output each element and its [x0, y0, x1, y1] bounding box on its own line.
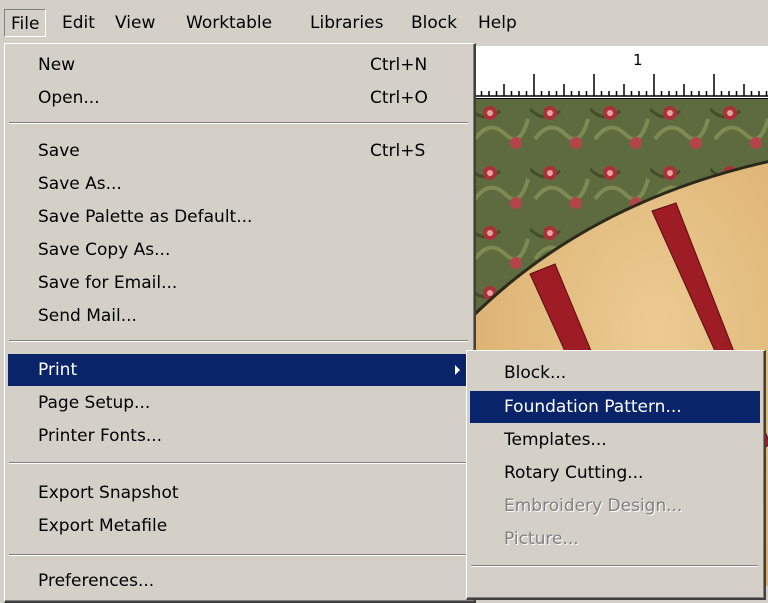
menu-item-export-snapshot[interactable]: Export Snapshot [8, 477, 470, 509]
menu-separator [9, 122, 468, 124]
menu-separator [9, 554, 468, 556]
menu-item-save[interactable]: Save Ctrl+S [8, 135, 470, 167]
submenu-item-foundation-pattern[interactable]: Foundation Pattern... [470, 391, 760, 423]
menu-item-export-metafile[interactable]: Export Metafile [8, 510, 470, 542]
menu-bar: File Edit View Worktable Libraries Block… [0, 0, 768, 46]
menu-item-printer-fonts[interactable]: Printer Fonts... [8, 420, 470, 452]
menu-item-print[interactable]: Print [8, 354, 470, 386]
submenu-item-embroidery-design: Embroidery Design... [504, 496, 683, 516]
menu-item-page-setup[interactable]: Page Setup... [8, 387, 470, 419]
menu-item-new[interactable]: New Ctrl+N [8, 49, 470, 81]
menu-item-label: Save [38, 141, 80, 161]
menu-item-preferences[interactable]: Preferences... [8, 565, 470, 597]
print-submenu: Block... Foundation Pattern... Templates… [466, 350, 766, 600]
shortcut-label: Ctrl+O [370, 88, 428, 108]
ruler-label: 1 [633, 51, 643, 69]
file-menu: New Ctrl+N Open... Ctrl+O Save Ctrl+S Sa… [4, 43, 476, 603]
submenu-item-block[interactable]: Block... [470, 357, 760, 389]
menu-file[interactable]: File [4, 9, 47, 37]
shortcut-label: Ctrl+N [370, 55, 428, 75]
submenu-item-templates[interactable]: Templates... [470, 424, 760, 456]
shortcut-label: Ctrl+S [370, 141, 426, 161]
menu-worktable[interactable]: Worktable [180, 9, 278, 37]
menu-separator [9, 340, 468, 342]
submenu-item-picture: Picture... [504, 529, 579, 549]
ruler-ticks: 1 [470, 51, 768, 97]
horizontal-ruler: 1 [470, 46, 768, 99]
menu-block[interactable]: Block [405, 9, 463, 37]
menu-item-label: Print [38, 360, 78, 380]
menu-item-save-as[interactable]: Save As... [8, 168, 470, 200]
menu-item-save-for-email[interactable]: Save for Email... [8, 267, 470, 299]
menu-help[interactable]: Help [472, 9, 523, 37]
menu-item-label: Open... [38, 88, 100, 108]
menu-item-send-mail[interactable]: Send Mail... [8, 300, 470, 332]
menu-separator [9, 462, 468, 464]
menu-libraries[interactable]: Libraries [304, 9, 389, 37]
menu-item-label: New [38, 55, 76, 75]
menu-separator [471, 565, 758, 567]
menu-item-save-copy-as[interactable]: Save Copy As... [8, 234, 470, 266]
menu-edit[interactable]: Edit [56, 9, 101, 37]
menu-item-save-palette-as-default[interactable]: Save Palette as Default... [8, 201, 470, 233]
menu-view[interactable]: View [109, 9, 161, 37]
submenu-arrow-icon [455, 365, 460, 375]
submenu-item-rotary-cutting[interactable]: Rotary Cutting... [470, 457, 760, 489]
menu-item-open[interactable]: Open... Ctrl+O [8, 82, 470, 114]
